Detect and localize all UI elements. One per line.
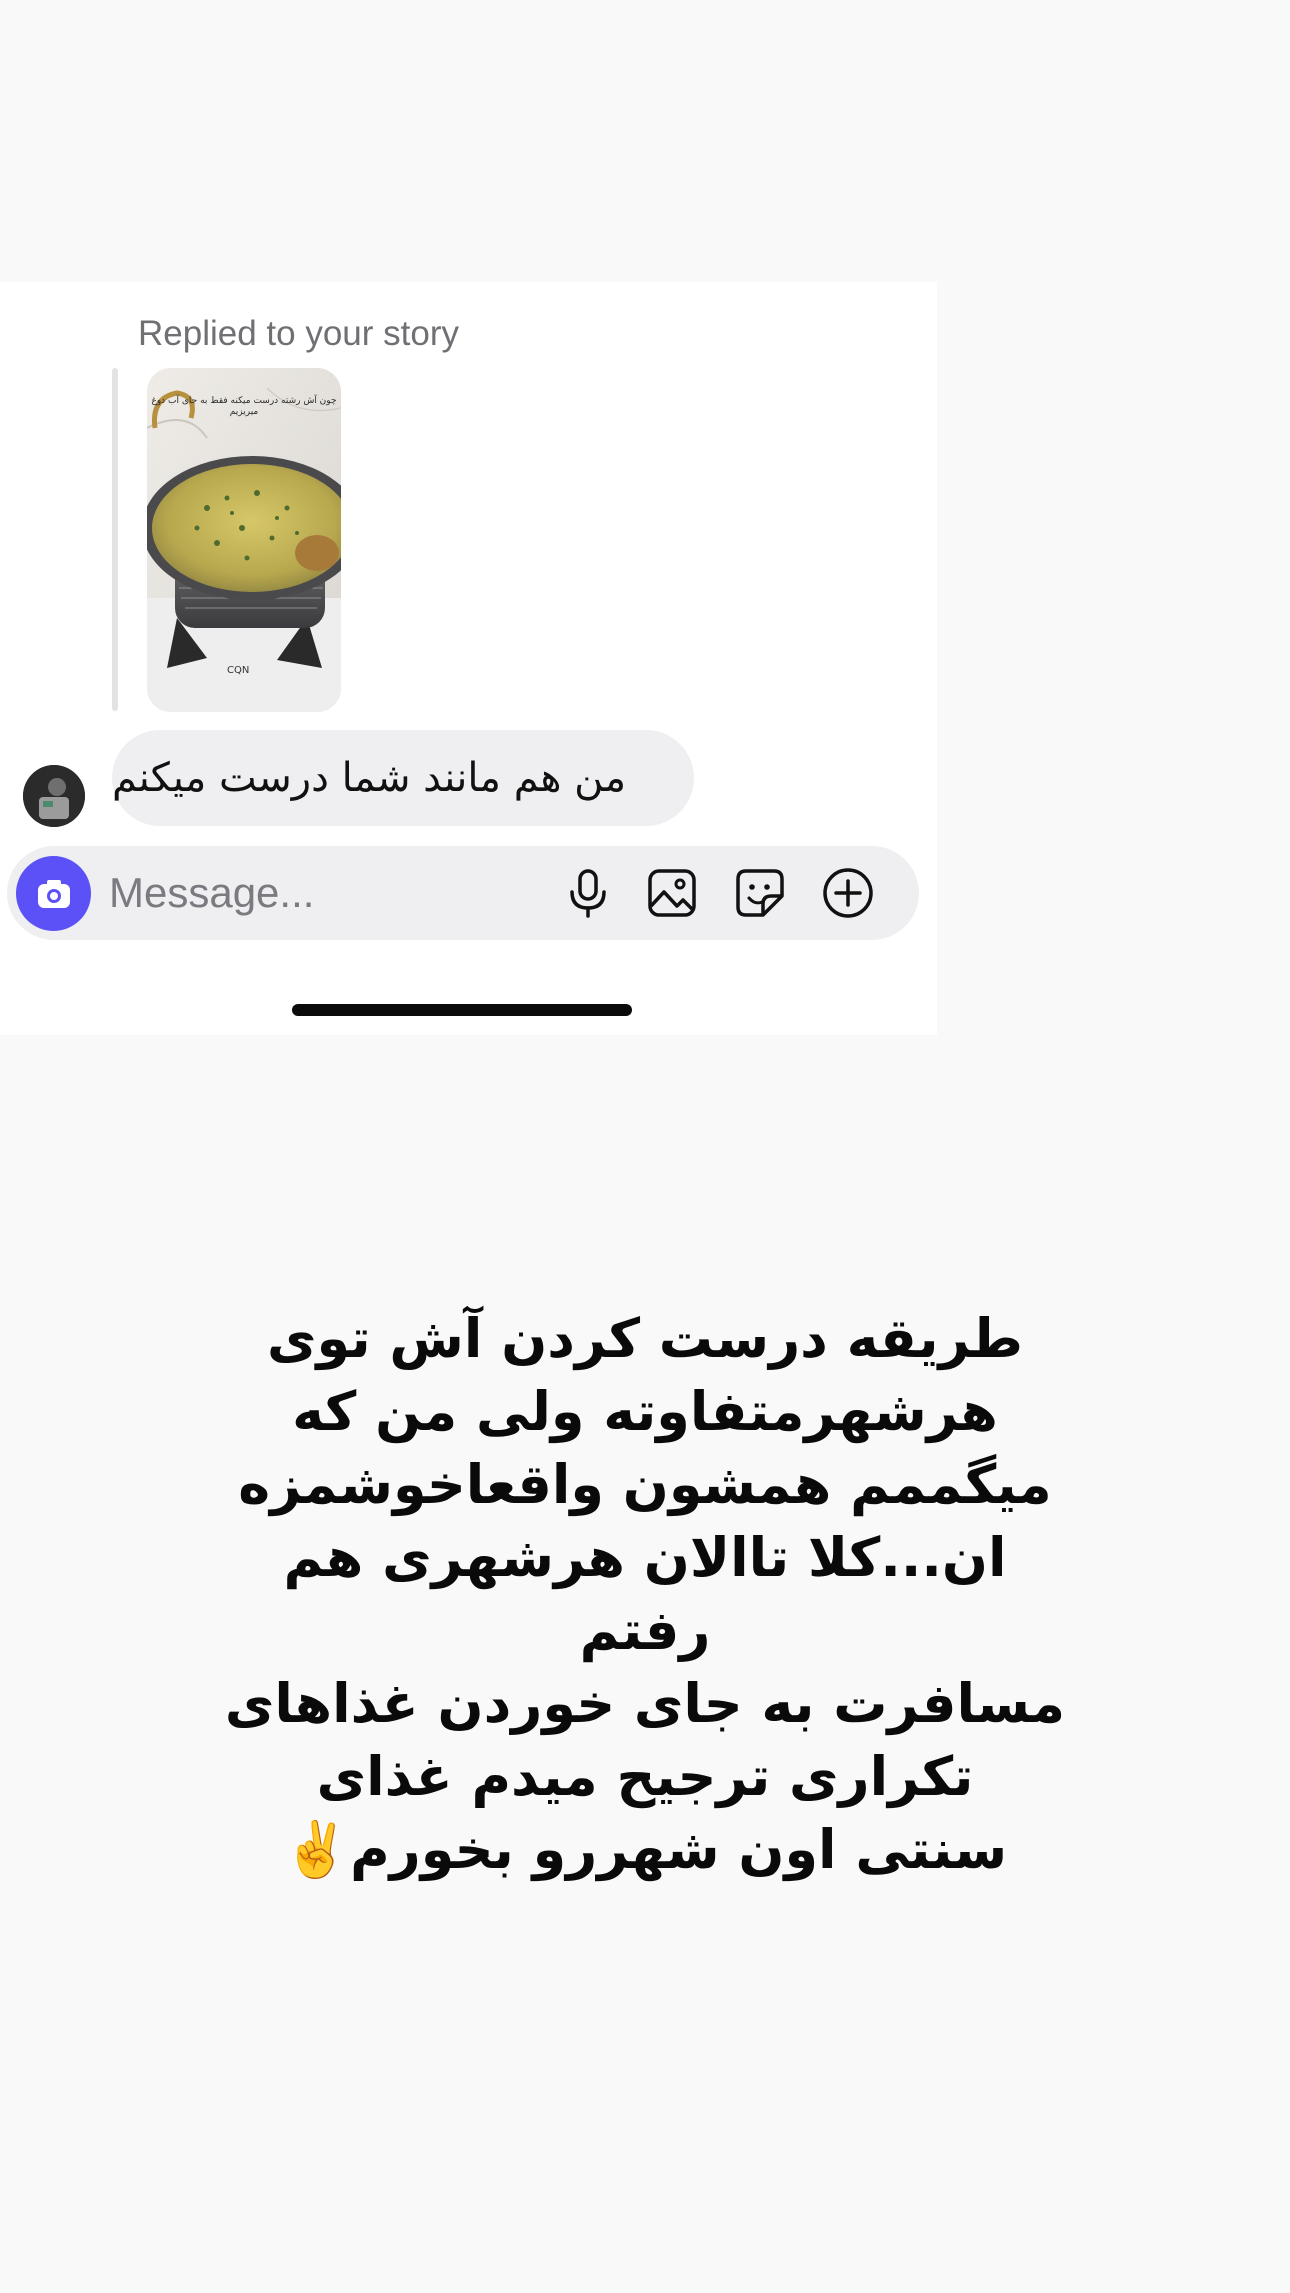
svg-text:CQN: CQN — [227, 665, 249, 676]
microphone-button[interactable] — [562, 867, 614, 919]
message-bubble[interactable]: من هم مانند شما درست میکنم — [112, 730, 694, 826]
avatar[interactable] — [23, 765, 85, 827]
gallery-icon — [648, 869, 696, 917]
reply-quote-bar — [112, 368, 118, 711]
gallery-button[interactable] — [646, 867, 698, 919]
story-thumbnail[interactable]: CQN چون آش رشته درست میکنه فقط به جای آب… — [147, 368, 341, 712]
message-input[interactable] — [109, 866, 539, 920]
sticker-icon — [736, 869, 784, 917]
message-text: من هم مانند شما درست میکنم — [112, 755, 627, 801]
replied-to-story-label: Replied to your story — [138, 314, 459, 353]
message-composer — [7, 846, 919, 940]
microphone-icon — [570, 869, 606, 918]
camera-button[interactable] — [16, 856, 91, 931]
avatar-image — [23, 765, 85, 827]
camera-icon — [37, 879, 70, 908]
screenshot-page: Replied to your story CQN چون آش رشته در… — [0, 0, 1290, 2293]
story-caption: چون آش رشته درست میکنه فقط به جای آب دوغ… — [151, 396, 337, 417]
plus-circle-icon — [823, 868, 873, 918]
dm-thread-card: Replied to your story CQN چون آش رشته در… — [0, 282, 937, 1035]
story-thumbnail-image: CQN — [147, 368, 341, 712]
home-indicator — [292, 1004, 632, 1016]
sticker-button[interactable] — [734, 867, 786, 919]
more-button[interactable] — [822, 867, 874, 919]
story-caption-text: طریقه درست کردن آش توی هرشهرمتفاوته ولی … — [224, 1307, 1066, 1881]
